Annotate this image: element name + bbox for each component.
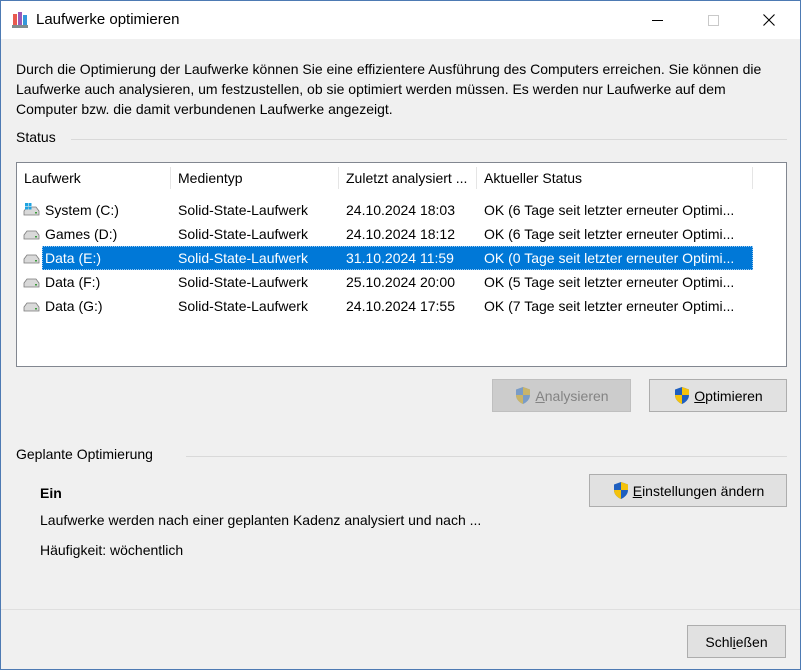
dialog-footer: Schließen bbox=[1, 609, 800, 669]
column-header-last-analyzed[interactable]: Zuletzt analysiert ... bbox=[339, 163, 477, 193]
title-bar[interactable]: Laufwerke optimieren bbox=[1, 1, 800, 39]
drive-row[interactable]: Data (F:) Solid-State-Laufwerk 25.10.2024 … bbox=[17, 270, 786, 294]
intro-text: Durch die Optimierung der Laufwerke könn… bbox=[16, 61, 762, 117]
cell-media: Solid-State-Laufwerk bbox=[178, 226, 308, 242]
cell-state: OK (0 Tage seit letzter erneuter Optimi.… bbox=[484, 250, 735, 266]
cell-last: 24.10.2024 17:55 bbox=[346, 298, 455, 314]
drive-icon bbox=[23, 278, 40, 288]
close-button[interactable]: Schließen bbox=[687, 625, 786, 658]
cell-state: OK (7 Tage seit letzter erneuter Optimi.… bbox=[484, 298, 735, 314]
analyze-button[interactable]: Analysieren bbox=[492, 379, 631, 412]
drive-row[interactable]: Data (G:) Solid-State-Laufwerk 24.10.2024 … bbox=[17, 294, 786, 318]
dialog-content: Durch die Optimierung der Laufwerke könn… bbox=[1, 39, 800, 609]
status-section-label: Status bbox=[16, 129, 56, 145]
column-header-label: Medientyp bbox=[178, 170, 243, 186]
cell-drive: Data (F:) bbox=[45, 274, 101, 290]
close-window-button[interactable] bbox=[746, 1, 792, 39]
cell-drive: System (C:) bbox=[45, 202, 119, 218]
cell-drive: Data (E:) bbox=[45, 250, 102, 266]
uac-shield-icon bbox=[675, 387, 690, 404]
column-header-drive[interactable]: Laufwerk bbox=[17, 163, 171, 193]
cell-media: Solid-State-Laufwerk bbox=[178, 298, 308, 314]
cell-state: OK (6 Tage seit letzter erneuter Optimi.… bbox=[484, 226, 735, 242]
drives-list[interactable]: Laufwerk Medientyp Zuletzt analysiert ..… bbox=[16, 162, 787, 367]
drive-icon bbox=[23, 230, 40, 240]
cell-media: Solid-State-Laufwerk bbox=[178, 250, 308, 266]
column-header-label: Laufwerk bbox=[24, 170, 81, 186]
cell-drive: Games (D:) bbox=[45, 226, 118, 242]
cell-last: 25.10.2024 20:00 bbox=[346, 274, 455, 290]
maximize-button[interactable] bbox=[690, 1, 736, 39]
cell-media: Solid-State-Laufwerk bbox=[178, 202, 308, 218]
drive-row[interactable]: Data (E:) Solid-State-Laufwerk 31.10.2024 … bbox=[17, 246, 786, 270]
defrag-app-icon bbox=[12, 12, 28, 28]
windows-drive-icon bbox=[23, 203, 40, 216]
column-header-status[interactable]: Aktueller Status bbox=[477, 163, 753, 193]
schedule-description: Laufwerke werden nach einer geplanten Ka… bbox=[40, 512, 482, 528]
uac-shield-icon bbox=[516, 387, 531, 404]
change-settings-button-label: Einstellungen ändern bbox=[632, 482, 765, 499]
cell-media: Solid-State-Laufwerk bbox=[178, 274, 308, 290]
cell-state: OK (6 Tage seit letzter erneuter Optimi.… bbox=[484, 202, 735, 218]
minimize-icon bbox=[651, 19, 663, 21]
close-button-label: Schließen bbox=[705, 633, 768, 650]
analyze-button-label: Analysieren bbox=[535, 387, 609, 404]
uac-shield-icon bbox=[613, 482, 628, 499]
cell-last: 31.10.2024 11:59 bbox=[346, 250, 454, 266]
drives-list-header: Laufwerk Medientyp Zuletzt analysiert ..… bbox=[17, 163, 786, 193]
scheduled-separator bbox=[186, 456, 787, 457]
change-settings-button[interactable]: Einstellungen ändern bbox=[589, 474, 787, 507]
maximize-icon bbox=[707, 14, 719, 26]
close-icon bbox=[763, 14, 775, 26]
scheduled-section-label: Geplante Optimierung bbox=[16, 446, 153, 462]
schedule-state: Ein bbox=[40, 485, 62, 501]
drive-row[interactable]: System (C:) Solid-State-Laufwerk 24.10.202… bbox=[17, 198, 786, 222]
cell-drive: Data (G:) bbox=[45, 298, 103, 314]
cell-last: 24.10.2024 18:12 bbox=[346, 226, 455, 242]
drive-icon bbox=[23, 302, 40, 312]
cell-state: OK (5 Tage seit letzter erneuter Optimi.… bbox=[484, 274, 735, 290]
optimize-button-label: Optimieren bbox=[694, 387, 763, 404]
optimize-button[interactable]: Optimieren bbox=[649, 379, 787, 412]
column-header-label: Aktueller Status bbox=[484, 170, 583, 186]
schedule-frequency: Häufigkeit: wöchentlich bbox=[40, 542, 184, 558]
minimize-button[interactable] bbox=[634, 1, 680, 39]
cell-last: 24.10.2024 18:03 bbox=[346, 202, 455, 218]
status-separator bbox=[71, 139, 787, 140]
drive-icon bbox=[23, 254, 40, 264]
column-header-label: Zuletzt analysiert ... bbox=[346, 170, 468, 186]
drive-row[interactable]: Games (D:) Solid-State-Laufwerk 24.10.2024… bbox=[17, 222, 786, 246]
column-header-media[interactable]: Medientyp bbox=[171, 163, 339, 193]
optimize-drives-window: Laufwerke optimieren Durch die Optimieru… bbox=[0, 0, 801, 670]
window-title: Laufwerke optimieren bbox=[36, 11, 180, 28]
